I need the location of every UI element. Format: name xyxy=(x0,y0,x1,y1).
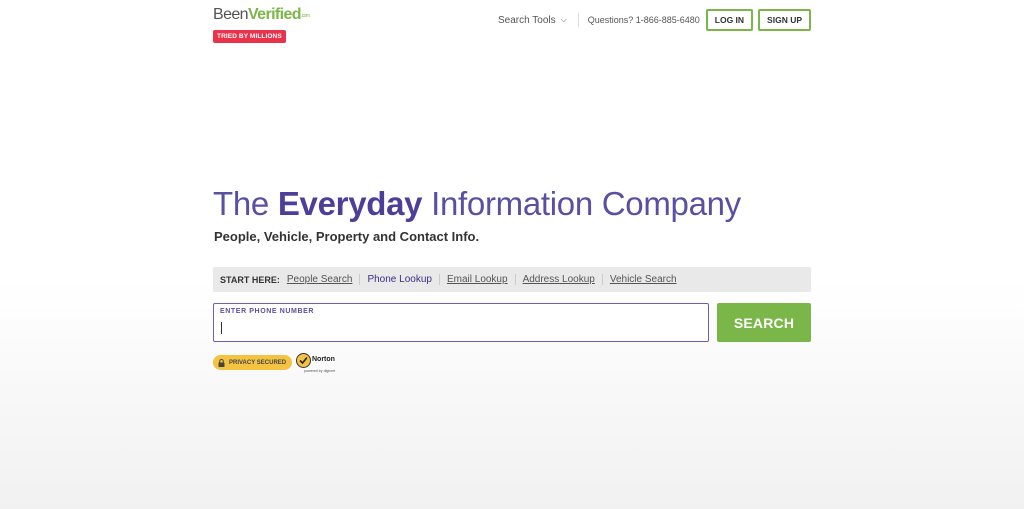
norton-powered-by: powered by digicert xyxy=(304,369,336,373)
top-nav: Search Tools ⌵ Questions? 1-866-885-6480… xyxy=(498,9,811,31)
logo-com: .com xyxy=(300,13,310,19)
checkmark-icon xyxy=(299,356,308,365)
start-here-label: START HERE: xyxy=(220,274,280,285)
beenverified-logo[interactable]: BeenVerified.com TRIED BY MILLIONS xyxy=(213,6,313,43)
signup-button[interactable]: SIGN UP xyxy=(758,9,811,31)
tab-phone-lookup[interactable]: Phone Lookup xyxy=(359,274,439,285)
page-title: The Everyday Information Company xyxy=(213,185,741,223)
search-type-tabs: START HERE: People Search Phone Lookup E… xyxy=(213,267,811,292)
search-tools-label: Search Tools xyxy=(497,14,556,26)
norton-checkmark-circle xyxy=(296,353,311,368)
phone-input-container[interactable]: ENTER PHONE NUMBER xyxy=(213,303,709,342)
title-suffix: Information Company xyxy=(422,185,741,222)
text-caret xyxy=(221,322,222,334)
norton-seal[interactable]: Norton powered by digicert xyxy=(296,353,338,375)
chevron-down-icon: ⌵ xyxy=(560,15,567,24)
title-emphasis: Everyday xyxy=(277,185,423,222)
tab-vehicle-search[interactable]: Vehicle Search xyxy=(601,274,684,285)
logo-wordmark: BeenVerified.com xyxy=(213,6,313,25)
search-tools-dropdown[interactable]: Search Tools ⌵ xyxy=(498,15,567,26)
norton-label: Norton xyxy=(312,356,335,363)
page-subtitle: People, Vehicle, Property and Contact In… xyxy=(214,229,480,244)
support-phone: Questions? 1-866-885-6480 xyxy=(587,15,700,25)
lock-icon xyxy=(218,358,225,367)
phone-input-label: ENTER PHONE NUMBER xyxy=(220,308,315,315)
privacy-secured-text: PRIVACY SECURED xyxy=(229,359,287,366)
logo-been: Been xyxy=(213,6,249,23)
nav-divider xyxy=(577,13,579,27)
privacy-secured-badge: PRIVACY SECURED xyxy=(213,355,293,370)
title-prefix: The xyxy=(213,185,278,222)
search-button[interactable]: SEARCH xyxy=(717,303,811,342)
logo-verified: Verified xyxy=(247,6,302,23)
tab-people-search[interactable]: People Search xyxy=(287,274,360,285)
login-button[interactable]: LOG IN xyxy=(705,9,754,31)
tab-email-lookup[interactable]: Email Lookup xyxy=(438,274,515,285)
phone-number-input[interactable] xyxy=(219,319,699,337)
site-header: BeenVerified.com TRIED BY MILLIONS Searc… xyxy=(0,0,1024,46)
tried-by-millions-badge: TRIED BY MILLIONS xyxy=(213,30,286,43)
tab-address-lookup[interactable]: Address Lookup xyxy=(514,274,602,285)
